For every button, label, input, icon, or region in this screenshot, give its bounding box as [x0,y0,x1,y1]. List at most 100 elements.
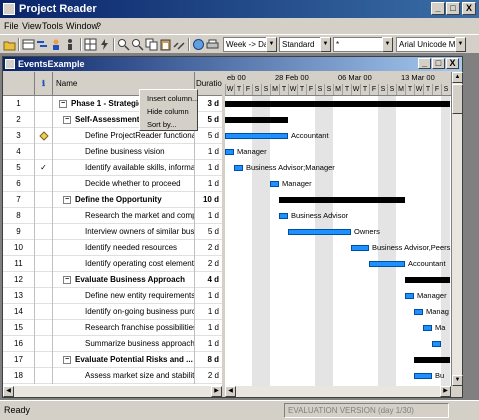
menu-window[interactable]: Window [66,21,98,31]
duration-cell[interactable]: 4 d [195,272,222,288]
task-name-cell[interactable]: Research franchise possibilities [53,320,195,336]
menu-insert-column[interactable]: Insert column... [147,94,198,103]
gantt-view-icon[interactable] [36,38,49,51]
task-name-cell[interactable]: Research the market and competi... [53,208,195,224]
table-row[interactable]: 9 Interview owners of similar busine...5 … [3,224,222,240]
duration-cell[interactable]: 5 d [195,224,222,240]
duration-cell[interactable]: 2 d [195,240,222,256]
filter-select[interactable]: * [333,37,383,52]
summary-bar[interactable] [225,101,450,107]
task-bar[interactable] [423,325,432,331]
table-row[interactable]: 14 Identify on-going business purch... 1 d [3,304,222,320]
task-name-cell[interactable]: − Define the Opportunity [53,192,195,208]
chevron-down-icon[interactable]: ▼ [320,37,331,52]
duration-cell[interactable]: 5 d [195,128,222,144]
paste-icon[interactable] [159,38,172,51]
table-row[interactable]: 15 Research franchise possibilities 1 d [3,320,222,336]
collapse-icon[interactable]: − [63,355,71,364]
table-row[interactable]: 12− Evaluate Business Approach 4 d [3,272,222,288]
table-row[interactable]: 6 Decide whether to proceed 1 d [3,176,222,192]
task-bar[interactable] [270,181,279,187]
table-icon[interactable] [84,38,97,51]
duration-cell[interactable]: 1 d [195,160,222,176]
header-duration[interactable]: Duration [195,72,222,96]
child-minimize-button[interactable]: _ [418,58,431,69]
task-name-cell[interactable]: Identify available skills, informatio... [53,160,195,176]
duration-cell[interactable]: 1 d [195,208,222,224]
task-bar[interactable] [225,149,234,155]
child-close-button[interactable]: X [446,58,459,69]
info-icon[interactable]: ℹ [35,72,53,96]
summary-bar[interactable] [414,357,450,363]
task-name-cell[interactable]: Summarize business approach [53,336,195,352]
table-row[interactable]: 17 − Evaluate Potential Risks and ... 8 d [3,352,222,368]
chevron-down-icon[interactable]: ▼ [455,37,466,52]
duration-cell[interactable]: 1 d [195,288,222,304]
table-row[interactable]: 10 Identify needed resources 2 d [3,240,222,256]
duration-cell[interactable]: 8 d [195,352,222,368]
task-bar[interactable] [369,261,405,267]
globe-icon[interactable] [192,38,205,51]
task-bar[interactable] [225,133,288,139]
duration-cell[interactable]: 2 d [195,368,222,384]
task-name-cell[interactable]: Interview owners of similar busine... [53,224,195,240]
zoom-in-icon[interactable] [117,38,130,51]
task-bar[interactable] [414,309,423,315]
duration-cell[interactable]: 1 d [195,176,222,192]
duration-cell[interactable]: 10 d [195,192,222,208]
menu-tools[interactable]: Tools [42,21,63,31]
menu-view[interactable]: View [22,21,41,31]
chevron-down-icon[interactable]: ▼ [266,37,277,52]
table-row[interactable]: 5✓ Identify available skills, informatio.… [3,160,222,176]
task-name-cell[interactable]: Identify operating cost elements [53,256,195,272]
task-bar[interactable] [351,245,369,251]
summary-bar[interactable] [405,277,450,283]
summary-bar[interactable] [225,117,288,123]
duration-cell[interactable]: 3 d [195,96,222,112]
close-button[interactable]: X [462,2,476,15]
table-row[interactable]: 4 Define business vision 1 d [3,144,222,160]
menu-help[interactable]: ? [96,21,101,31]
chevron-down-icon[interactable]: ▼ [382,37,393,52]
child-maximize-button[interactable]: □ [432,58,445,69]
summary-bar[interactable] [279,197,405,203]
scroll-thumb[interactable] [452,84,463,114]
task-bar[interactable] [279,213,288,219]
task-name-cell[interactable]: Identify needed resources [53,240,195,256]
vertical-scrollbar[interactable]: ▲ ▼ [451,72,463,386]
duration-cell[interactable]: 1 d [195,304,222,320]
task-bar[interactable] [432,341,441,347]
task-name-cell[interactable]: Define new entity requirements [53,288,195,304]
duration-cell[interactable]: 2 d [195,256,222,272]
maximize-button[interactable]: □ [446,2,460,15]
task-name-cell[interactable]: Identify on-going business purch... [53,304,195,320]
task-name-cell[interactable]: Decide whether to proceed [53,176,195,192]
table-row[interactable]: 16 Summarize business approach 1 d [3,336,222,352]
task-name-cell[interactable]: − Evaluate Potential Risks and ... [53,352,195,368]
font-select[interactable]: Arial Unicode MS [396,37,456,52]
timescale-select[interactable]: Week -> Day [223,37,267,52]
collapse-icon[interactable]: − [63,195,71,204]
task-bar[interactable] [288,229,351,235]
task-name-cell[interactable]: Define business vision [53,144,195,160]
duration-cell[interactable]: 1 d [195,144,222,160]
task-name-cell[interactable]: − Evaluate Business Approach [53,272,195,288]
scroll-right-icon[interactable]: ▶ [211,386,222,397]
table-row[interactable]: 8 Research the market and competi...1 d [3,208,222,224]
print-icon[interactable] [206,38,219,51]
scroll-left-icon[interactable]: ◀ [225,386,236,397]
style-select[interactable]: Standard [279,37,321,52]
zoom-out-icon[interactable] [131,38,144,51]
grid-view-icon[interactable] [22,38,35,51]
duration-cell[interactable]: 1 d [195,336,222,352]
duration-cell[interactable]: 5 d [195,112,222,128]
task-bar[interactable] [405,293,414,299]
task-name-cell[interactable]: Assess market size and stability [53,368,195,384]
collapse-icon[interactable]: − [59,99,67,108]
task-bar[interactable] [234,165,243,171]
copy-icon[interactable] [145,38,158,51]
header-row-number[interactable] [3,72,35,96]
menu-hide-column[interactable]: Hide column [147,107,189,116]
table-row[interactable]: 7− Define the Opportunity 10 d [3,192,222,208]
task-bar[interactable] [414,373,432,379]
